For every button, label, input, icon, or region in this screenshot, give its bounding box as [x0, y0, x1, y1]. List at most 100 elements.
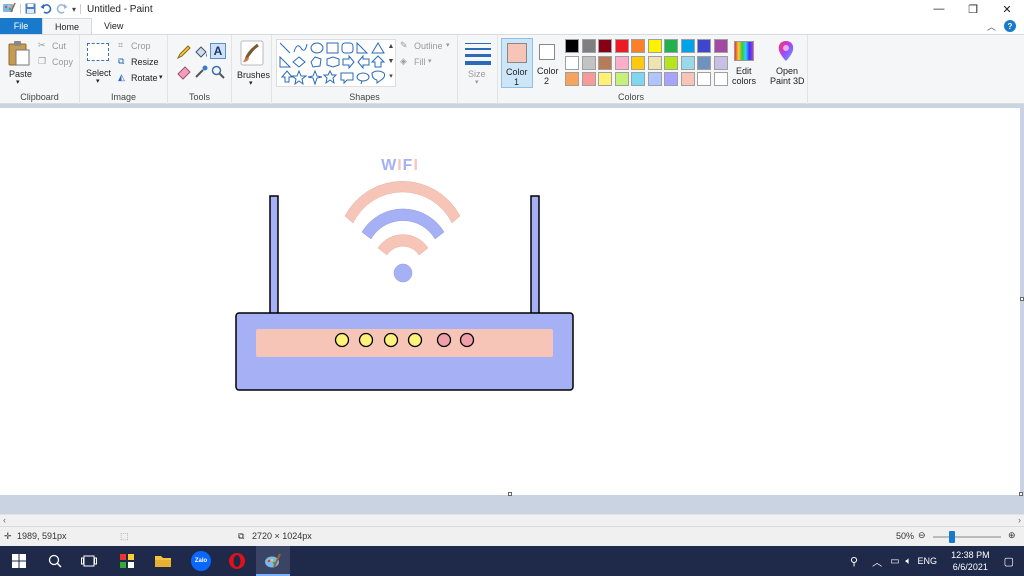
palette-swatch[interactable]	[697, 39, 711, 53]
select-button[interactable]: Select ▾	[84, 40, 112, 86]
palette-swatch[interactable]	[713, 39, 728, 53]
text-tool[interactable]: A	[210, 43, 226, 59]
customize-toolbar-icon[interactable]: ▾	[72, 5, 76, 14]
canvas-size: 2720 × 1024px	[252, 531, 312, 541]
pencil-tool[interactable]	[176, 44, 192, 60]
tab-home[interactable]: Home	[42, 18, 93, 34]
palette-swatch[interactable]	[581, 39, 596, 53]
canvas-resize-handle-bottom[interactable]	[508, 492, 512, 496]
palette-swatch[interactable]	[713, 72, 728, 86]
shapes-gallery[interactable]	[276, 39, 396, 87]
magnifier-tool[interactable]	[210, 64, 226, 80]
scroll-left-icon[interactable]: ‹	[3, 515, 6, 525]
palette-swatch[interactable]	[631, 72, 645, 86]
taskbar-paint[interactable]	[256, 546, 290, 576]
palette-swatch[interactable]	[713, 55, 728, 70]
brushes-button[interactable]: Brushes ▾	[234, 38, 270, 88]
horizontal-scrollbar[interactable]: ‹ ›	[0, 514, 1024, 526]
language-indicator[interactable]: ENG	[918, 556, 938, 566]
close-button[interactable]: ✕	[990, 0, 1024, 18]
palette-swatch[interactable]	[631, 39, 645, 53]
outline-button[interactable]: ✎ Outline ▾	[400, 40, 456, 53]
paint-app-icon[interactable]	[2, 1, 16, 17]
palette-swatch[interactable]	[598, 39, 612, 53]
show-hidden-icons[interactable]: ︿	[872, 554, 882, 569]
palette-swatch[interactable]	[614, 55, 629, 70]
size-group: Size ▾	[458, 35, 498, 104]
canvas-resize-handle-corner[interactable]	[1019, 492, 1023, 496]
folder-icon	[155, 556, 171, 567]
rotate-button[interactable]: ◭ Rotate ▾	[118, 72, 168, 85]
start-button[interactable]	[2, 546, 36, 576]
help-icon[interactable]: ?	[1004, 20, 1016, 32]
palette-swatch[interactable]	[565, 39, 579, 53]
canvas-resize-handle-right[interactable]	[1020, 297, 1024, 301]
palette-swatch[interactable]	[614, 39, 629, 53]
palette-swatch[interactable]	[664, 39, 678, 53]
taskbar-zalo[interactable]: Zalo	[184, 546, 218, 576]
drawing-canvas[interactable]: WIFI	[0, 108, 1020, 495]
resize-button[interactable]: ⧉ Resize	[118, 56, 164, 69]
size-button[interactable]: Size ▾	[462, 39, 494, 89]
open-paint3d-button[interactable]: Open Paint 3D	[766, 38, 806, 88]
people-icon[interactable]: ⚲	[850, 555, 858, 568]
palette-swatch[interactable]	[647, 55, 662, 70]
palette-swatch[interactable]	[697, 72, 711, 86]
palette-swatch[interactable]	[664, 55, 678, 70]
palette-swatch[interactable]	[631, 55, 645, 70]
zoom-slider[interactable]	[933, 531, 1001, 543]
scroll-right-icon[interactable]: ›	[1018, 515, 1021, 525]
palette-swatch[interactable]	[581, 55, 596, 70]
edit-colors-button[interactable]: Edit colors	[732, 38, 756, 88]
color2-button[interactable]: Color 2	[535, 38, 561, 88]
tab-view[interactable]: View	[92, 18, 135, 34]
collapse-ribbon-icon[interactable]: ︿	[987, 20, 996, 33]
restore-button[interactable]: ❐	[956, 0, 990, 18]
palette-swatch[interactable]	[664, 72, 678, 86]
zoom-out-button[interactable]: ⊖	[918, 530, 926, 541]
color1-button[interactable]: Color 1	[501, 38, 533, 88]
palette-swatch[interactable]	[614, 72, 629, 86]
notifications-icon[interactable]: ▢	[1004, 555, 1014, 568]
palette-swatch[interactable]	[565, 55, 579, 70]
volume-icon[interactable]: 🔈︎	[906, 556, 912, 567]
selection-size-icon: ⬚	[120, 531, 129, 541]
taskbar-app-colorful[interactable]	[110, 546, 144, 576]
paste-button[interactable]: Paste ▾	[4, 38, 34, 86]
undo-icon[interactable]	[40, 3, 52, 16]
shapes-scroll[interactable]: ▲ ▼ ▾	[386, 39, 396, 87]
clock[interactable]: 12:38 PM 6/6/2021	[951, 549, 990, 573]
palette-swatch[interactable]	[680, 39, 695, 53]
palette-swatch[interactable]	[680, 72, 695, 86]
palette-swatch[interactable]	[581, 72, 596, 86]
palette-swatch[interactable]	[598, 55, 612, 70]
palette-swatch[interactable]	[565, 72, 579, 86]
palette-swatch[interactable]	[598, 72, 612, 86]
battery-icon[interactable]: ▭	[890, 556, 899, 567]
fill-tool[interactable]	[193, 44, 209, 60]
color-picker-tool[interactable]	[193, 64, 209, 80]
cut-button[interactable]: ✂ Cut	[38, 40, 78, 53]
paste-icon	[8, 41, 30, 66]
minimize-button[interactable]: —	[922, 0, 956, 18]
search-button[interactable]	[38, 546, 72, 576]
outline-dropdown-icon: ▾	[446, 42, 450, 49]
palette-swatch[interactable]	[680, 55, 695, 70]
eraser-tool[interactable]	[176, 64, 192, 80]
redo-icon[interactable]	[56, 3, 68, 16]
eraser-icon	[177, 66, 191, 80]
palette-swatch[interactable]	[697, 55, 711, 70]
task-view-button[interactable]	[72, 546, 106, 576]
tab-file[interactable]: File	[0, 18, 42, 34]
fill-button[interactable]: ◈ Fill ▾	[400, 56, 456, 69]
crop-button[interactable]: ⌗ Crop	[118, 40, 164, 53]
edit-colors-label: Edit	[736, 66, 752, 76]
palette-swatch[interactable]	[647, 72, 662, 86]
taskbar-opera[interactable]	[220, 546, 254, 576]
zoom-in-button[interactable]: ⊕	[1008, 530, 1016, 541]
copy-button[interactable]: ❐ Copy	[38, 56, 78, 69]
zoom-slider-thumb[interactable]	[949, 531, 955, 543]
save-icon[interactable]	[25, 3, 36, 16]
taskbar-file-explorer[interactable]	[146, 546, 180, 576]
palette-swatch[interactable]	[647, 39, 662, 53]
